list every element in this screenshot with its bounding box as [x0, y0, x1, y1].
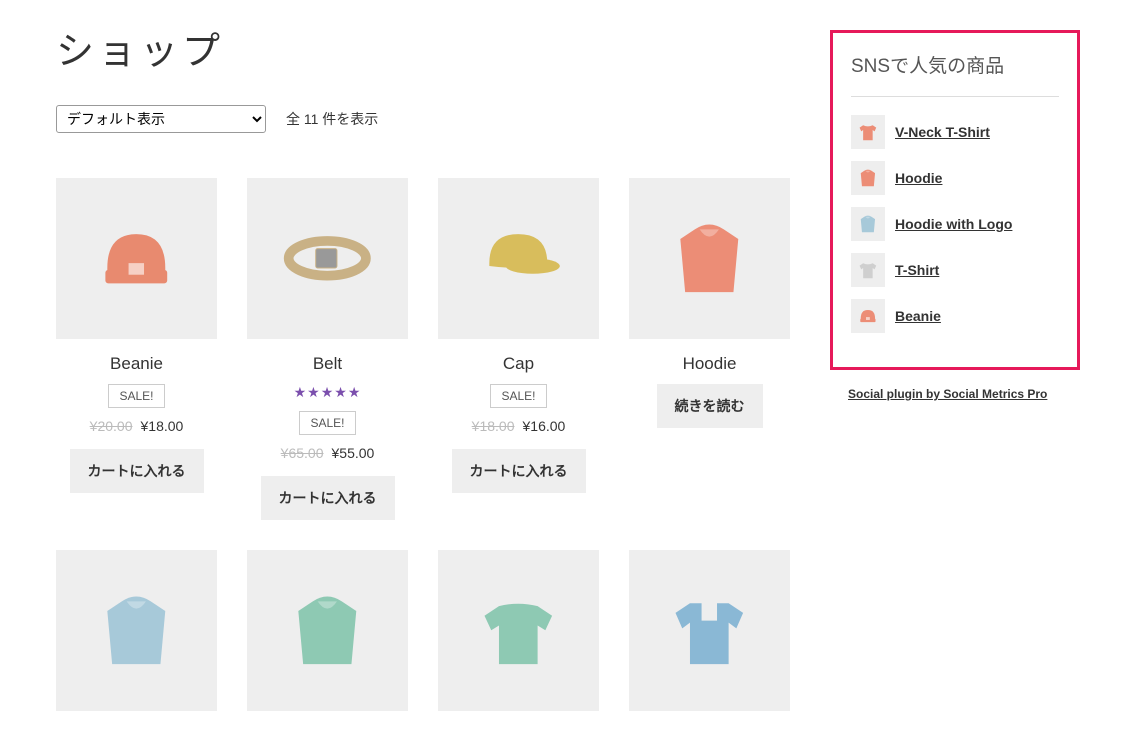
sale-badge: SALE!: [490, 384, 546, 408]
old-price: ¥20.00: [90, 418, 133, 434]
product-thumb[interactable]: [247, 550, 408, 711]
product-card[interactable]: Cap SALE! ¥18.00 ¥16.00 カートに入れる: [438, 178, 599, 520]
product-card[interactable]: [438, 550, 599, 726]
product-card[interactable]: [629, 550, 790, 726]
popular-thumb: [851, 161, 885, 195]
product-card[interactable]: [56, 550, 217, 726]
rating-stars: ★★★★★: [247, 384, 408, 401]
result-count: 全 11 件を表示: [286, 109, 378, 129]
old-price: ¥18.00: [472, 418, 515, 434]
popular-link[interactable]: Beanie: [895, 308, 941, 324]
popular-thumb: [851, 207, 885, 241]
read-more-button[interactable]: 続きを読む: [657, 384, 763, 428]
price: ¥20.00 ¥18.00: [56, 418, 217, 434]
product-name: Beanie: [56, 354, 217, 374]
popular-widget-title: SNSで人気の商品: [851, 51, 1059, 97]
popular-thumb: [851, 299, 885, 333]
popular-thumb: [851, 115, 885, 149]
product-card[interactable]: Belt ★★★★★ SALE! ¥65.00 ¥55.00 カートに入れる: [247, 178, 408, 520]
popular-thumb: [851, 253, 885, 287]
page-title: ショップ: [56, 20, 790, 75]
current-price: ¥18.00: [141, 418, 184, 434]
popular-widget: SNSで人気の商品 V-Neck T-Shirt Hoodie Hoodie w…: [830, 30, 1080, 370]
product-card[interactable]: Beanie SALE! ¥20.00 ¥18.00 カートに入れる: [56, 178, 217, 520]
plugin-credit-link[interactable]: Social plugin by Social Metrics Pro: [848, 387, 1047, 401]
price: ¥18.00 ¥16.00: [438, 418, 599, 434]
add-to-cart-button[interactable]: カートに入れる: [452, 449, 586, 493]
product-thumb[interactable]: [629, 550, 790, 711]
product-grid: Beanie SALE! ¥20.00 ¥18.00 カートに入れる Belt ★★★★★ S…: [56, 178, 790, 726]
popular-link[interactable]: V-Neck T-Shirt: [895, 124, 990, 140]
popular-item[interactable]: Hoodie with Logo: [851, 207, 1059, 241]
popular-link[interactable]: Hoodie: [895, 170, 942, 186]
toolbar: デフォルト表示 全 11 件を表示: [56, 105, 790, 133]
product-thumb[interactable]: [247, 178, 408, 339]
product-card[interactable]: Hoodie 続きを読む: [629, 178, 790, 520]
popular-link[interactable]: Hoodie with Logo: [895, 216, 1012, 232]
add-to-cart-button[interactable]: カートに入れる: [261, 476, 395, 520]
product-thumb[interactable]: [438, 178, 599, 339]
current-price: ¥16.00: [523, 418, 566, 434]
popular-item[interactable]: V-Neck T-Shirt: [851, 115, 1059, 149]
product-name: Cap: [438, 354, 599, 374]
product-thumb[interactable]: [56, 178, 217, 339]
current-price: ¥55.00: [332, 445, 375, 461]
old-price: ¥65.00: [281, 445, 324, 461]
main-content: ショップ デフォルト表示 全 11 件を表示 Beanie SALE! ¥20.00…: [56, 20, 790, 726]
product-thumb[interactable]: [438, 550, 599, 711]
popular-item[interactable]: T-Shirt: [851, 253, 1059, 287]
add-to-cart-button[interactable]: カートに入れる: [70, 449, 204, 493]
popular-item[interactable]: Hoodie: [851, 161, 1059, 195]
popular-item[interactable]: Beanie: [851, 299, 1059, 333]
sale-badge: SALE!: [299, 411, 355, 435]
price: ¥65.00 ¥55.00: [247, 445, 408, 461]
sidebar: SNSで人気の商品 V-Neck T-Shirt Hoodie Hoodie w…: [830, 20, 1080, 726]
popular-list: V-Neck T-Shirt Hoodie Hoodie with Logo T…: [851, 115, 1059, 333]
product-card[interactable]: [247, 550, 408, 726]
product-thumb[interactable]: [629, 178, 790, 339]
product-thumb[interactable]: [56, 550, 217, 711]
sort-select[interactable]: デフォルト表示: [56, 105, 266, 133]
sale-badge: SALE!: [108, 384, 164, 408]
product-name: Hoodie: [629, 354, 790, 374]
product-name: Belt: [247, 354, 408, 374]
popular-link[interactable]: T-Shirt: [895, 262, 939, 278]
